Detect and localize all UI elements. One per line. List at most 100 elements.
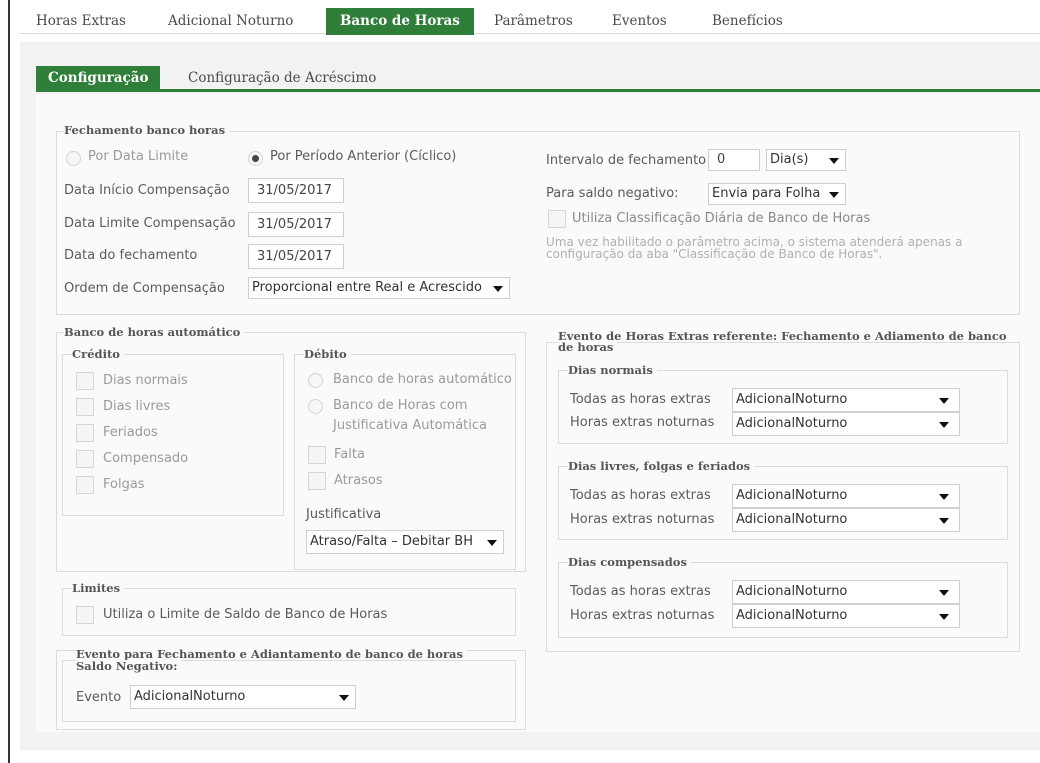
label-atrasos: Atrasos [334,473,383,488]
dias-compensados-todas-label: Todas as horas extras [570,584,711,599]
chevron-down-icon [829,158,839,164]
tab-adicional-noturno[interactable]: Adicional Noturno [154,8,307,35]
saldo-negativo-select[interactable]: Envia para Folha [708,183,846,205]
data-inicio-field[interactable]: 31/05/2017 [248,178,344,203]
evento-he-legend-2: de horas [558,341,618,353]
chevron-down-icon [939,494,949,500]
saldo-negativo-label: Para saldo negativo: [546,186,679,201]
tab-horas-extras[interactable]: Horas Extras [22,8,140,35]
checkbox-folgas[interactable] [76,476,94,494]
dias-normais-legend: Dias normais [568,364,657,376]
evento-saldo-select[interactable]: AdicionalNoturno [130,685,356,709]
evento-he-legend-1: Evento de Horas Extras referente: Fecham… [558,330,1011,342]
ordem-compensacao-select[interactable]: Proporcional entre Real e Acrescido [248,277,510,299]
justificativa-label: Justificativa [306,507,382,522]
dias-normais-todas-select[interactable]: AdicionalNoturno [732,388,960,412]
checkbox-atrasos[interactable] [308,472,326,490]
radio-por-data-limite[interactable] [66,151,81,166]
dias-livres-todas-select[interactable]: AdicionalNoturno [732,484,960,508]
classificacao-hint: Uma vez habilitado o parâmetro acima, o … [546,235,963,261]
chevron-down-icon [939,614,949,620]
radio-por-periodo-anterior-label: Por Período Anterior (Cíclico) [270,149,457,164]
dias-normais-todas-label: Todas as horas extras [570,392,711,407]
ordem-compensacao-label: Ordem de Compensação [64,281,225,296]
label-dias-livres: Dias livres [103,399,171,414]
intervalo-unit-select[interactable]: Dia(s) [766,149,846,171]
checkbox-falta[interactable] [308,446,326,464]
dias-livres-noturnas-select[interactable]: AdicionalNoturno [732,508,960,532]
classificacao-checkbox[interactable] [548,210,566,228]
chevron-down-icon [939,398,949,404]
tab-eventos[interactable]: Eventos [598,8,681,35]
checkbox-dias-livres[interactable] [76,398,94,416]
tab-banco-de-horas[interactable]: Banco de Horas [326,8,474,35]
dias-compensados-noturnas-value: AdicionalNoturno [736,608,848,623]
ordem-compensacao-value: Proporcional entre Real e Acrescido [252,280,482,295]
credito-legend: Crédito [72,348,124,360]
justificativa-select[interactable]: Atraso/Falta – Debitar BH [306,530,504,554]
top-tab-bar: Horas Extras Adicional Noturno Banco de … [20,8,1040,35]
dias-compensados-legend: Dias compensados [568,556,691,568]
dias-livres-noturnas-label: Horas extras noturnas [570,512,715,527]
dias-livres-todas-value: AdicionalNoturno [736,488,848,503]
subtab-configuracao[interactable]: Configuração [36,66,161,90]
limites-legend: Limites [72,582,125,594]
tab-parametros[interactable]: Parâmetros [480,8,587,35]
intervalo-field[interactable]: 0 [708,149,760,171]
data-inicio-label: Data Início Compensação [64,183,230,198]
chevron-down-icon [493,286,503,292]
classificacao-label: Utiliza Classificação Diária de Banco de… [572,211,871,226]
chevron-down-icon [487,540,497,546]
dias-livres-legend: Dias livres, folgas e feriados [568,460,755,472]
data-limite-field[interactable]: 31/05/2017 [248,212,344,237]
debito-legend: Débito [304,348,351,360]
checkbox-feriados[interactable] [76,424,94,442]
label-compensado: Compensado [103,451,189,466]
tab-panel: Configuração Configuração de Acréscimo F… [20,42,1040,750]
checkbox-limite-saldo[interactable] [76,606,94,624]
subtab-configuracao-acrescimo[interactable]: Configuração de Acréscimo [176,66,388,90]
label-banco-horas-justificativa-2: Justificativa Automática [333,418,487,433]
dias-normais-todas-value: AdicionalNoturno [736,392,848,407]
intervalo-label: Intervalo de fechamento [546,153,707,168]
radio-por-data-limite-label: Por Data Limite [88,149,189,164]
dias-livres-todas-label: Todas as horas extras [570,488,711,503]
radio-banco-horas-justificativa[interactable] [308,399,323,414]
config-content: Fechamento banco horas Por Data Limite P… [36,94,1040,732]
window-border [8,0,10,763]
label-limite-saldo: Utiliza o Limite de Saldo de Banco de Ho… [103,607,388,622]
data-limite-label: Data Limite Compensação [64,216,236,231]
label-feriados: Feriados [103,425,158,440]
chevron-down-icon [939,590,949,596]
dias-compensados-todas-value: AdicionalNoturno [736,584,848,599]
tab-beneficios[interactable]: Benefícios [698,8,797,35]
checkbox-dias-normais[interactable] [76,372,94,390]
data-fechamento-label: Data do fechamento [64,248,198,263]
chevron-down-icon [829,192,839,198]
evento-saldo-value: AdicionalNoturno [134,689,246,704]
dias-compensados-noturnas-label: Horas extras noturnas [570,608,715,623]
checkbox-compensado[interactable] [76,450,94,468]
intervalo-unit-value: Dia(s) [770,152,809,167]
label-folgas: Folgas [103,477,145,492]
chevron-down-icon [939,422,949,428]
radio-banco-horas-automatico[interactable] [308,373,323,388]
label-dias-normais: Dias normais [103,373,188,388]
evento-saldo-legend-2: Saldo Negativo: [76,660,182,672]
data-fechamento-field[interactable]: 31/05/2017 [248,244,344,269]
banco-automatico-legend: Banco de horas automático [64,326,245,338]
dias-livres-noturnas-value: AdicionalNoturno [736,512,848,527]
chevron-down-icon [339,695,349,701]
dias-normais-noturnas-value: AdicionalNoturno [736,416,848,431]
dias-compensados-noturnas-select[interactable]: AdicionalNoturno [732,604,960,628]
saldo-negativo-value: Envia para Folha [712,186,821,201]
radio-por-periodo-anterior[interactable] [248,151,263,166]
chevron-down-icon [939,518,949,524]
label-banco-horas-automatico: Banco de horas automático [333,372,512,387]
dias-normais-noturnas-select[interactable]: AdicionalNoturno [732,412,960,436]
evento-label: Evento [76,690,122,705]
justificativa-value: Atraso/Falta – Debitar BH [310,534,473,549]
fechamento-legend: Fechamento banco horas [64,124,230,136]
dias-normais-noturnas-label: Horas extras noturnas [570,415,715,430]
dias-compensados-todas-select[interactable]: AdicionalNoturno [732,580,960,604]
